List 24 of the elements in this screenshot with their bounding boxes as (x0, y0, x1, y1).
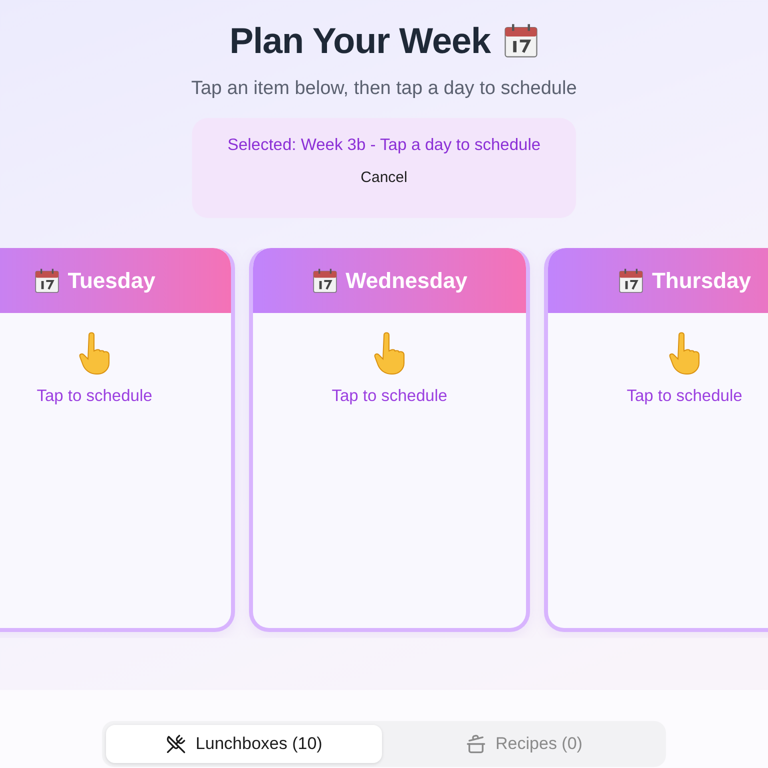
schedule-prompt: Tap to schedule (332, 387, 448, 406)
page-title: Plan Your Week (229, 20, 491, 62)
schedule-prompt: Tap to schedule (36, 387, 152, 406)
cancel-button[interactable]: Cancel (360, 169, 408, 186)
calendar-icon (618, 268, 644, 294)
pot-icon (466, 734, 486, 754)
day-card[interactable]: Tuesday Tap to schedule (0, 248, 235, 632)
calendar-icon (502, 23, 539, 59)
day-card[interactable]: Wednesday Tap to schedule (249, 248, 530, 632)
calendar-icon (312, 268, 338, 294)
page-subtitle: Tap an item below, then tap a day to schedule (191, 78, 577, 100)
schedule-prompt: Tap to schedule (626, 387, 742, 406)
day-name: Wednesday (346, 268, 468, 294)
pointing-hand-icon (76, 331, 112, 375)
day-card[interactable]: Thursday Tap to schedule (544, 248, 768, 632)
pointing-hand-icon (666, 331, 702, 375)
utensils-icon (166, 734, 186, 754)
day-name: Tuesday (68, 268, 156, 294)
calendar-icon (34, 268, 60, 294)
tab[interactable]: Recipes (0) (386, 725, 662, 763)
selection-message: Selected: Week 3b - Tap a day to schedule (227, 136, 541, 155)
pointing-hand-icon (372, 331, 408, 375)
day-name: Thursday (652, 268, 752, 294)
tab[interactable]: Lunchboxes (10) (106, 725, 382, 763)
